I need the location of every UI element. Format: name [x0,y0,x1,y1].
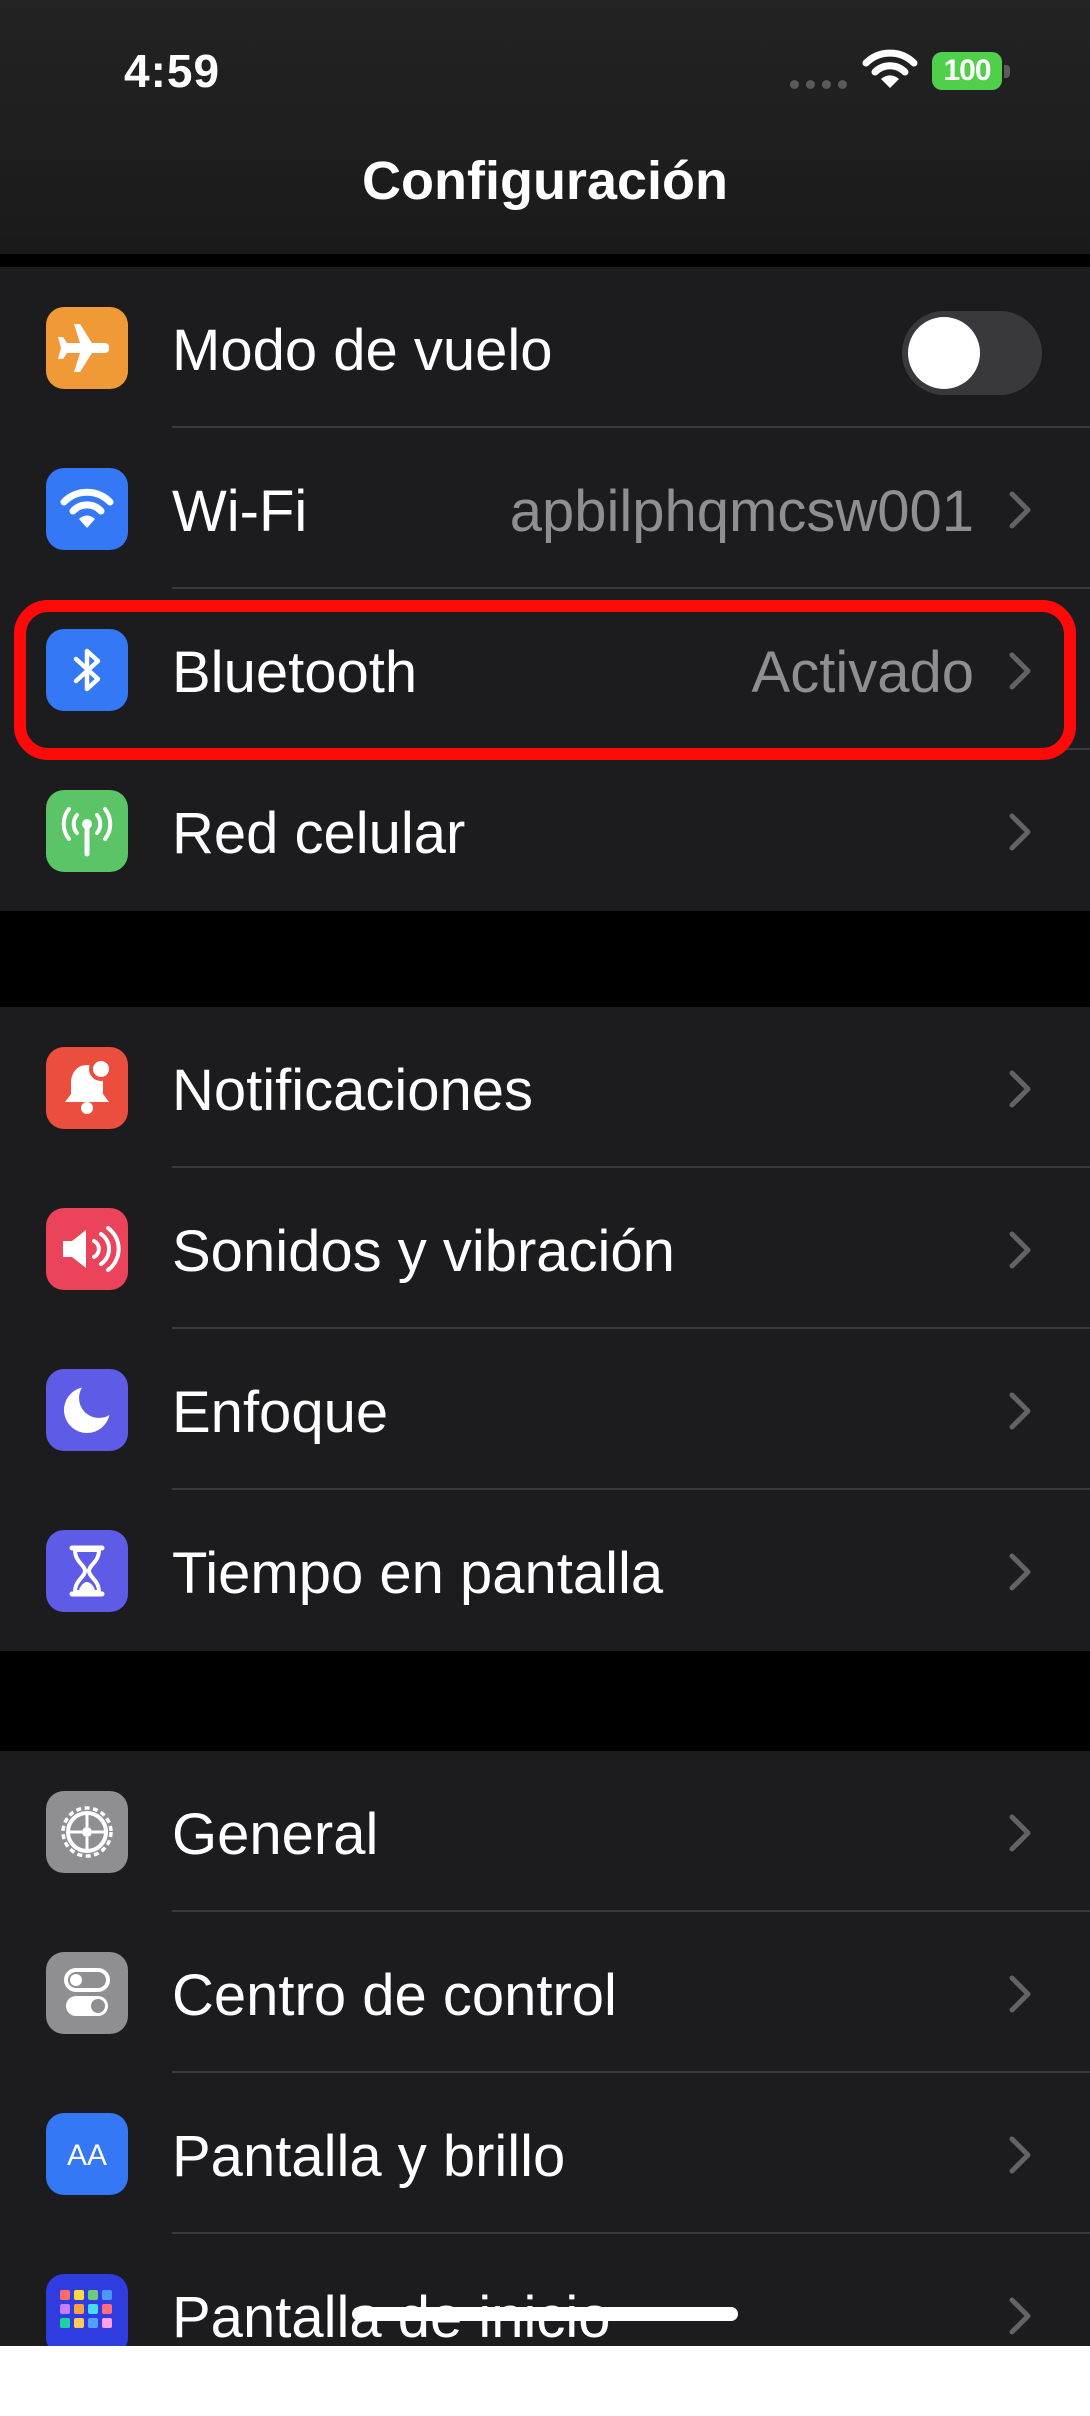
home-grid-icon [46,2274,128,2346]
battery-level: 100 [932,52,1002,90]
settings-row-label: Red celular [172,801,466,866]
cellular-signal-icon [790,80,848,90]
wifi-icon [46,468,128,550]
settings-screen: 4:59 100 Configuración Modo de vuelo Wi-… [0,0,1090,2346]
chevron-right-icon [1009,1553,1031,1591]
settings-row-wifi[interactable]: Wi-Fi apbilphqmcsw001 [0,428,1090,589]
settings-row-label: Pantalla y brillo [172,2124,566,2189]
settings-row-label: Sonidos y vibración [172,1219,675,1284]
settings-row-control-center[interactable]: Centro de control [0,1912,1090,2073]
chevron-right-icon [1009,1231,1031,1269]
antenna-icon [46,790,128,872]
toggle-knob [908,317,980,389]
settings-row-general[interactable]: General [0,1751,1090,1912]
chevron-right-icon [1009,2136,1031,2174]
chevron-right-icon [1009,1814,1031,1852]
settings-row-notifications[interactable]: Notificaciones [0,1007,1090,1168]
home-indicator[interactable] [352,2307,738,2321]
chevron-right-icon [1009,491,1031,529]
settings-group-general: General Centro de control AA Pantalla y … [0,1751,1090,2346]
chevron-right-icon [1009,1975,1031,2013]
speaker-icon [46,1208,128,1290]
settings-row-label: Centro de control [172,1963,617,2028]
moon-icon [46,1369,128,1451]
airplane-mode-toggle[interactable] [902,311,1042,395]
hourglass-icon [46,1530,128,1612]
settings-row-airplane-mode: Modo de vuelo [0,267,1090,428]
settings-row-label: General [172,1802,379,1867]
settings-row-home-screen[interactable]: Pantalla de inicio [0,2234,1090,2346]
wifi-network-name: apbilphqmcsw001 [509,479,974,544]
switches-icon [46,1952,128,2034]
settings-row-sounds[interactable]: Sonidos y vibración [0,1168,1090,1329]
gear-icon [46,1791,128,1873]
settings-row-label: Enfoque [172,1380,389,1445]
settings-row-screen-time[interactable]: Tiempo en pantalla [0,1490,1090,1651]
settings-row-label: Wi-Fi [172,479,308,544]
bluetooth-highlight-box [14,600,1076,760]
battery-icon: 100 [932,52,1012,92]
status-time: 4:59 [124,45,221,97]
navigation-header: 4:59 100 Configuración [0,0,1090,254]
chevron-right-icon [1009,2297,1031,2335]
settings-row-label: Tiempo en pantalla [172,1541,664,1606]
airplane-icon [46,307,128,389]
page-title: Configuración [362,151,728,211]
settings-row-focus[interactable]: Enfoque [0,1329,1090,1490]
settings-group-connectivity: Modo de vuelo Wi-Fi apbilphqmcsw001 Blue… [0,267,1090,911]
settings-row-display[interactable]: AA Pantalla y brillo [0,2073,1090,2234]
text-size-icon: AA [46,2113,128,2195]
chevron-right-icon [1009,1392,1031,1430]
settings-row-label: Modo de vuelo [172,318,553,383]
chevron-right-icon [1009,1070,1031,1108]
bell-icon [46,1047,128,1129]
settings-group-notifications: Notificaciones Sonidos y vibración Enfoq… [0,1007,1090,1651]
wifi-status-icon [862,49,918,88]
text-size-glyph: AA [67,2139,107,2172]
settings-row-cellular[interactable]: Red celular [0,750,1090,911]
settings-row-label: Notificaciones [172,1058,534,1123]
chevron-right-icon [1009,813,1031,851]
